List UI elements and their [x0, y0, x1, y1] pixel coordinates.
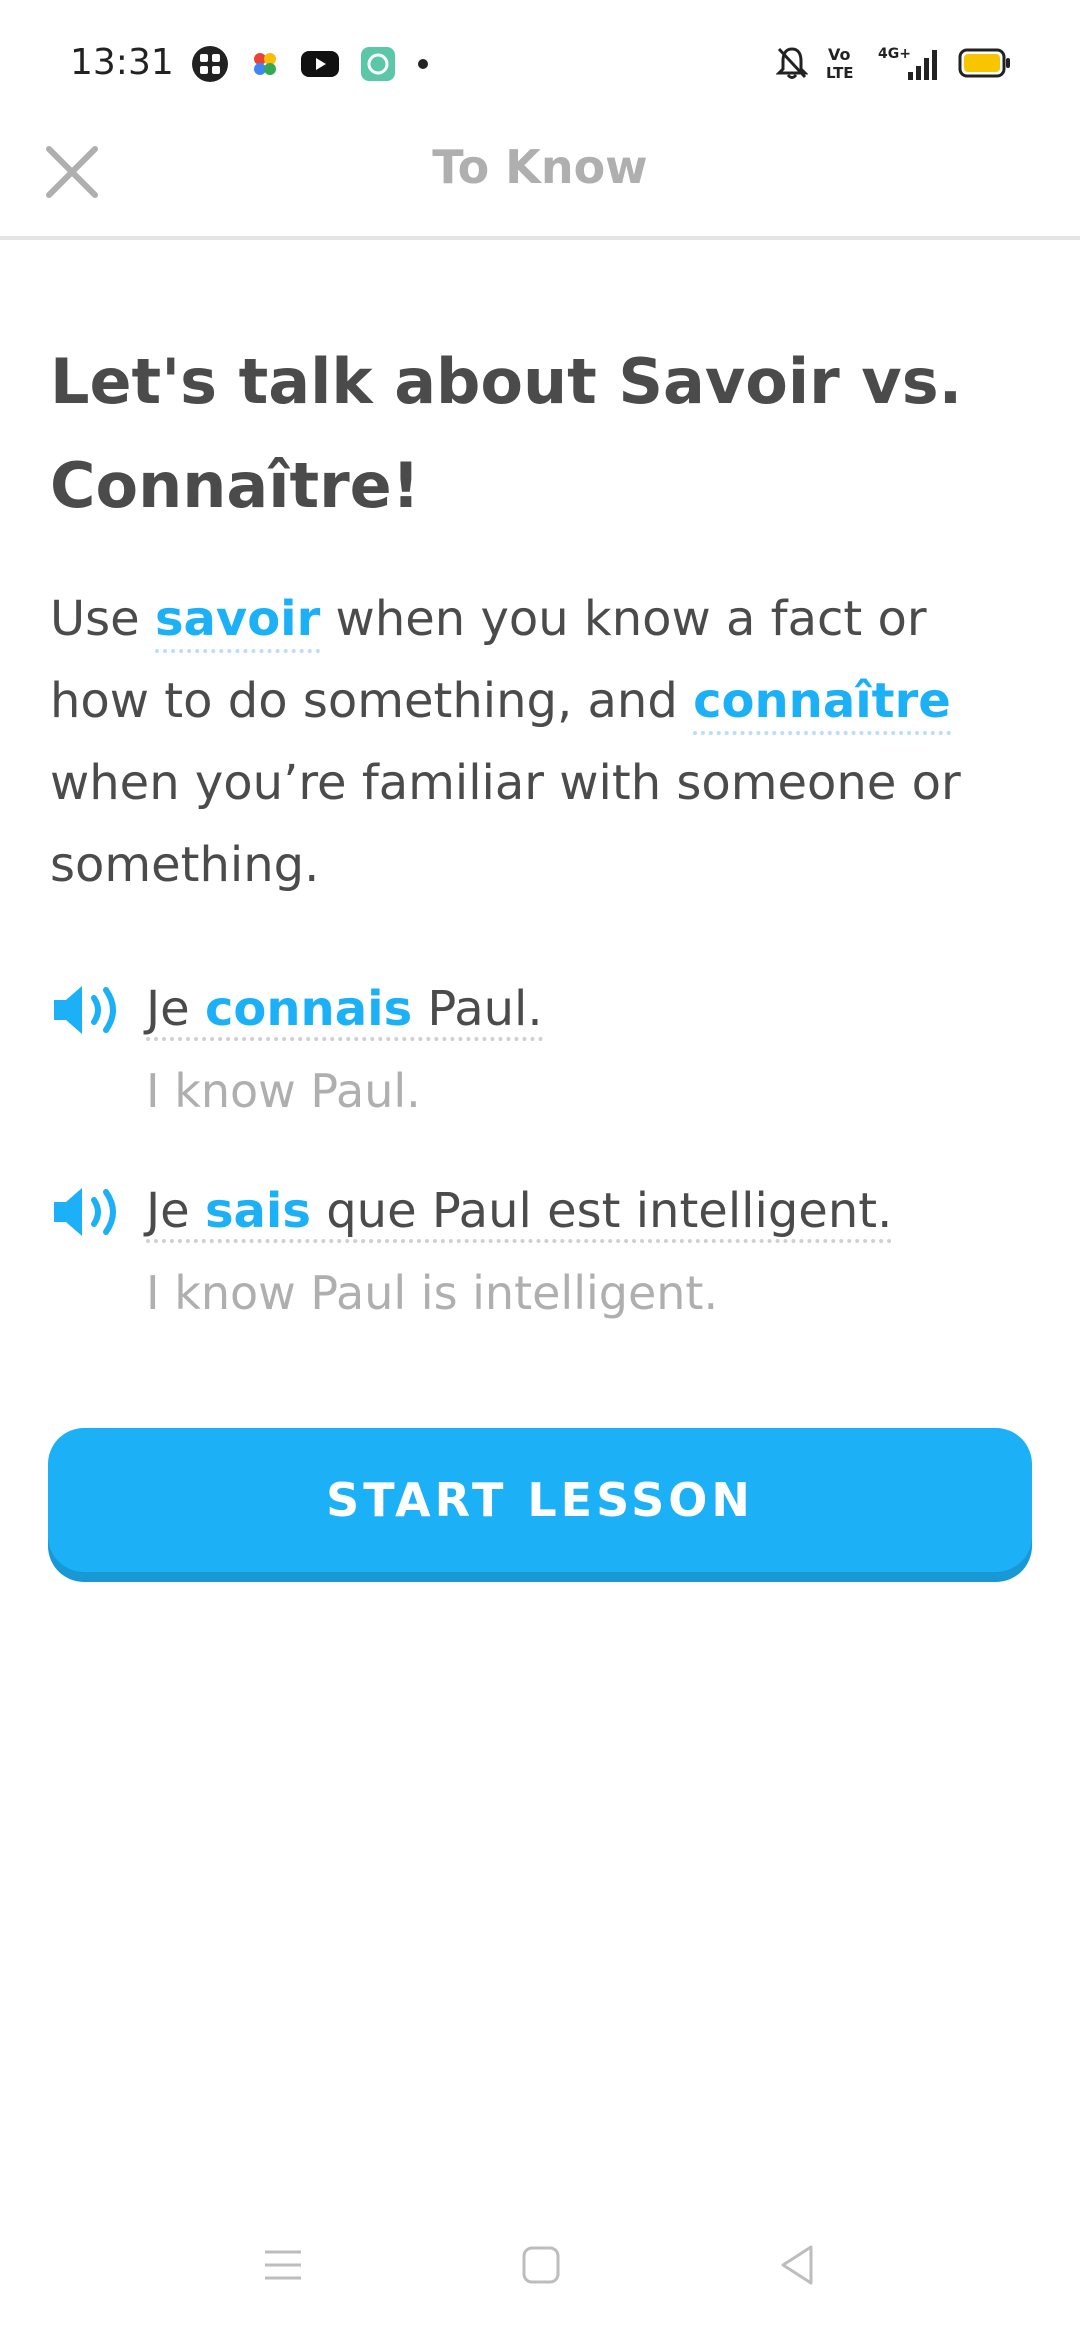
page-title: To Know	[432, 140, 648, 194]
recent-apps-button[interactable]	[238, 2220, 328, 2310]
french-sentence[interactable]: Je connais Paul.	[146, 981, 543, 1041]
pinwheel-icon	[250, 49, 280, 79]
french-sentence[interactable]: Je sais que Paul est intelligent.	[146, 1183, 893, 1243]
youtube-icon	[300, 49, 340, 79]
english-translation: I know Paul.	[146, 1064, 421, 1118]
status-right-icons: Vo LTE 4G+	[776, 44, 1012, 82]
highlighted-word: connais	[204, 981, 413, 1037]
volte-icon: Vo LTE	[826, 44, 860, 82]
svg-text:Vo: Vo	[828, 45, 851, 64]
grid-app-icon	[190, 44, 230, 84]
sentence-text: Je	[146, 981, 205, 1037]
speaker-icon[interactable]	[50, 980, 124, 1040]
tip-explanation: Use savoir when you know a fact or how t…	[50, 578, 1040, 906]
english-translation: I know Paul is intelligent.	[146, 1266, 719, 1320]
battery-icon	[958, 48, 1012, 78]
app-badge-icon	[360, 46, 396, 82]
signal-4g-icon: 4G+	[878, 44, 940, 82]
status-left-icons	[190, 44, 430, 84]
bell-muted-icon	[776, 45, 808, 81]
status-bar: 13:31 Vo LTE 4G+	[0, 0, 1080, 130]
sentence-text: que Paul est intelligent.	[310, 1183, 893, 1239]
home-button[interactable]	[496, 2220, 586, 2310]
back-button[interactable]	[752, 2220, 842, 2310]
square-icon	[522, 2246, 560, 2284]
sentence-text: Je	[146, 1183, 205, 1239]
example-sentence: Je connais Paul. I know Paul.	[50, 968, 1040, 1128]
network-type-label: 4G+	[878, 46, 911, 62]
intro-text: when you’re familiar with someone or som…	[50, 755, 961, 893]
sentence-text: Paul.	[412, 981, 543, 1037]
dot-icon	[416, 57, 430, 71]
highlighted-word: sais	[204, 1183, 311, 1239]
system-nav-bar	[0, 2220, 1080, 2340]
menu-lines-icon	[265, 2250, 301, 2280]
keyword-savoir[interactable]: savoir	[154, 591, 321, 653]
lesson-header: To Know	[0, 130, 1080, 240]
intro-text: Use	[50, 591, 155, 647]
tip-content: Let's talk about Savoir vs. Connaître! U…	[50, 330, 1040, 1330]
tip-headline: Let's talk about Savoir vs. Connaître!	[50, 345, 963, 522]
keyword-connaitre[interactable]: connaître	[693, 673, 951, 735]
status-time: 13:31	[70, 42, 174, 83]
back-triangle-icon	[781, 2245, 813, 2285]
start-lesson-button[interactable]: START LESSON	[48, 1428, 1032, 1572]
example-sentence: Je sais que Paul est intelligent. I know…	[50, 1170, 1040, 1330]
speaker-icon[interactable]	[50, 1182, 124, 1242]
svg-text:LTE: LTE	[826, 64, 854, 82]
